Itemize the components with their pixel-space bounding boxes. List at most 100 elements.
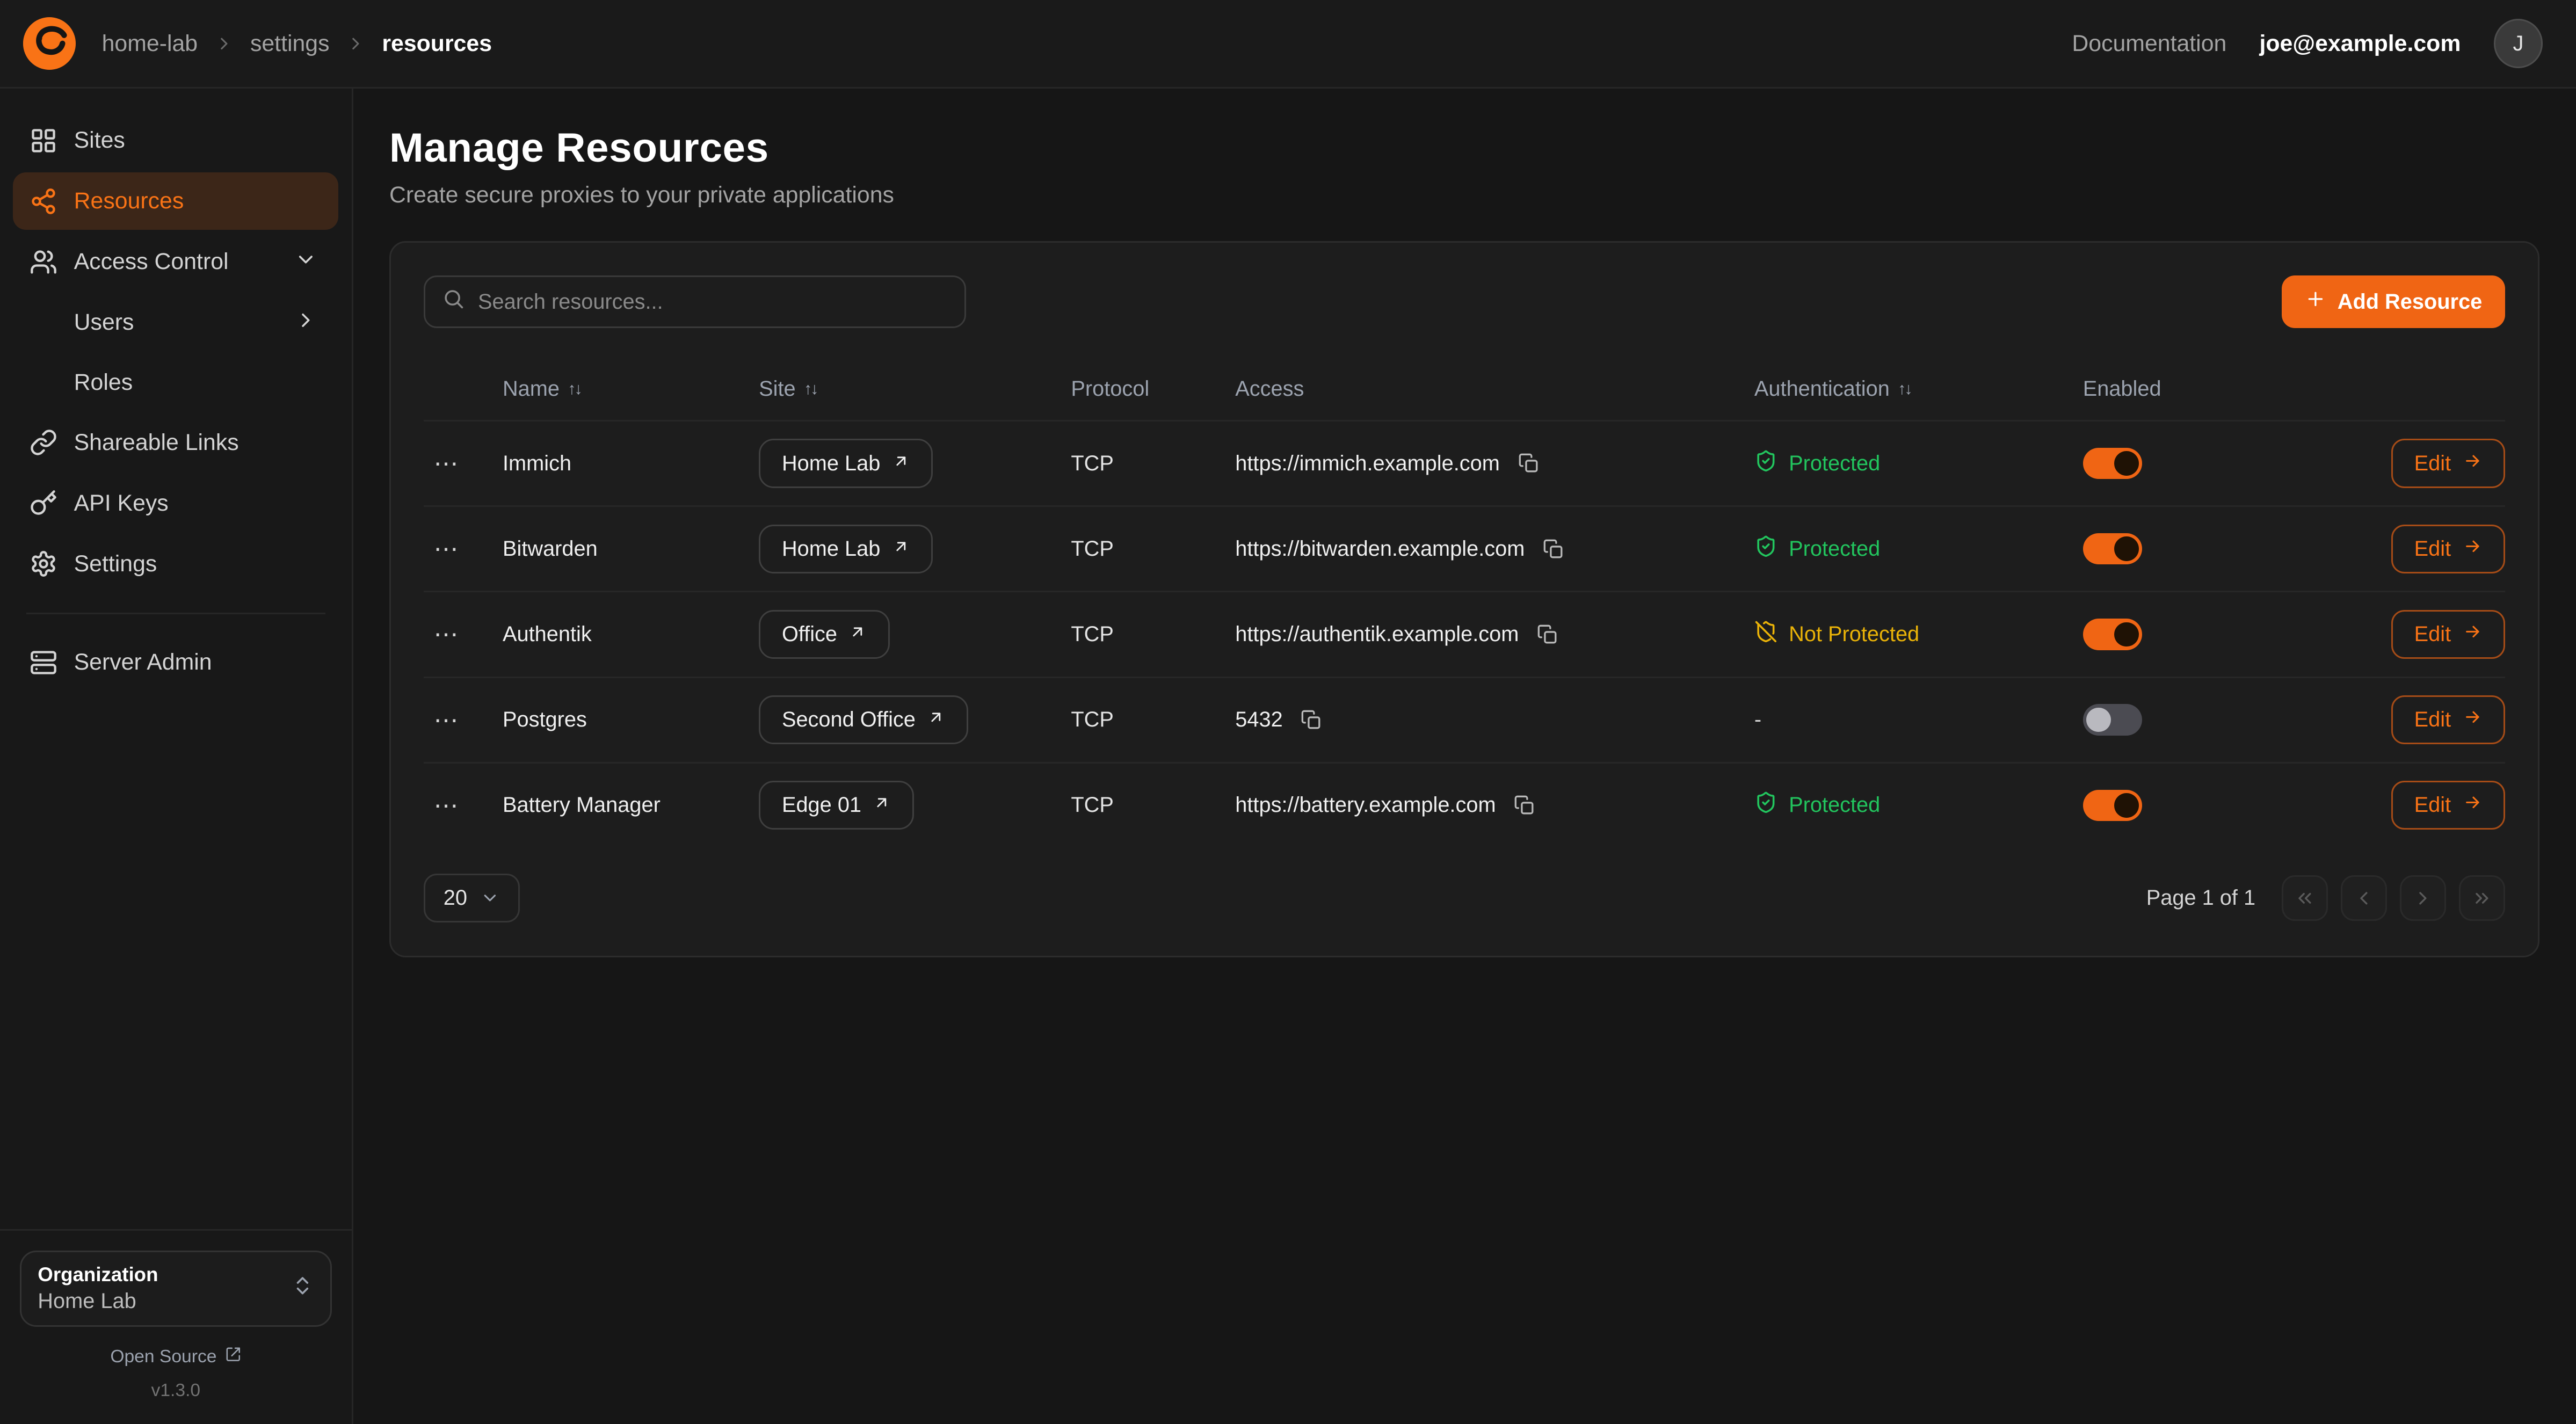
- shield-check-icon: [1754, 535, 1777, 563]
- sidebar-item-server-admin[interactable]: Server Admin: [13, 634, 338, 691]
- shield-off-icon: [1754, 620, 1777, 649]
- sidebar-item-label: Sites: [74, 127, 125, 154]
- enabled-toggle[interactable]: [2083, 448, 2142, 479]
- sidebar-item-users[interactable]: Users: [13, 294, 338, 351]
- arrow-right-icon: [2463, 622, 2483, 647]
- sidebar-item-label: Access Control: [74, 249, 229, 275]
- row-menu-button[interactable]: ⋯: [424, 529, 470, 569]
- resource-name: Immich: [503, 452, 759, 476]
- copy-icon[interactable]: [1511, 791, 1539, 819]
- table-row: ⋯ Immich Home Lab TCP https://immich.exa…: [424, 420, 2505, 505]
- site-link-button[interactable]: Home Lab: [759, 525, 933, 574]
- column-header-name[interactable]: Name↑↓: [503, 377, 759, 401]
- arrow-right-icon: [2463, 707, 2483, 732]
- page-subtitle: Create secure proxies to your private ap…: [389, 182, 2539, 208]
- auth-status-badge: Not Protected: [1754, 620, 2083, 649]
- search-input-wrapper: [424, 275, 966, 328]
- sidebar-item-label: API Keys: [74, 490, 169, 517]
- resource-access-url[interactable]: https://authentik.example.com: [1235, 622, 1519, 646]
- sidebar-item-shareable-links[interactable]: Shareable Links: [13, 414, 338, 471]
- page-title: Manage Resources: [389, 125, 2539, 172]
- arrow-right-icon: [2463, 793, 2483, 818]
- open-source-link[interactable]: Open Source: [20, 1346, 332, 1368]
- prev-page-button[interactable]: [2341, 875, 2387, 921]
- arrow-up-right-icon: [873, 793, 891, 817]
- auth-status-badge: Protected: [1754, 449, 2083, 478]
- edit-button[interactable]: Edit: [2391, 695, 2505, 745]
- search-icon: [442, 287, 465, 317]
- page-indicator: Page 1 of 1: [2146, 886, 2255, 910]
- sidebar-item-resources[interactable]: Resources: [13, 172, 338, 230]
- app-logo-icon[interactable]: [23, 17, 76, 70]
- avatar[interactable]: J: [2494, 19, 2543, 68]
- row-menu-button[interactable]: ⋯: [424, 615, 470, 654]
- sidebar-item-sites[interactable]: Sites: [13, 112, 338, 169]
- organization-label: Organization: [38, 1263, 158, 1286]
- edit-button[interactable]: Edit: [2391, 525, 2505, 574]
- copy-icon[interactable]: [1534, 620, 1562, 648]
- table-row: ⋯ Battery Manager Edge 01 TCP https://ba…: [424, 762, 2505, 847]
- server-icon: [30, 649, 57, 677]
- column-header-site[interactable]: Site↑↓: [759, 377, 1071, 401]
- site-link-button[interactable]: Second Office: [759, 695, 968, 745]
- column-header-authentication[interactable]: Authentication↑↓: [1754, 377, 2083, 401]
- auth-status-badge: Protected: [1754, 791, 2083, 819]
- organization-value: Home Lab: [38, 1289, 158, 1313]
- resource-access-url[interactable]: https://immich.example.com: [1235, 452, 1500, 476]
- resource-access-url[interactable]: https://bitwarden.example.com: [1235, 537, 1525, 561]
- row-menu-button[interactable]: ⋯: [424, 786, 470, 825]
- resource-access-port: 5432: [1235, 708, 1282, 732]
- enabled-toggle[interactable]: [2083, 704, 2142, 735]
- sort-icon: ↑↓: [568, 380, 580, 398]
- resource-access-url[interactable]: https://battery.example.com: [1235, 793, 1496, 817]
- avatar-initial: J: [2513, 32, 2524, 56]
- page-size-value: 20: [444, 886, 467, 910]
- table-row: ⋯ Bitwarden Home Lab TCP https://bitward…: [424, 505, 2505, 591]
- site-link-button[interactable]: Office: [759, 610, 890, 659]
- row-menu-button[interactable]: ⋯: [424, 444, 470, 483]
- resource-name: Authentik: [503, 622, 759, 646]
- auth-status-badge: Protected: [1754, 535, 2083, 563]
- grid-icon: [30, 127, 57, 155]
- pagination: Page 1 of 1: [2146, 875, 2505, 921]
- edit-button[interactable]: Edit: [2391, 781, 2505, 830]
- sidebar-item-settings[interactable]: Settings: [13, 535, 338, 593]
- edit-button[interactable]: Edit: [2391, 610, 2505, 659]
- search-input[interactable]: [478, 290, 948, 314]
- resource-protocol: TCP: [1071, 793, 1235, 817]
- column-header-access: Access: [1235, 377, 1754, 401]
- sidebar-item-access-control[interactable]: Access Control: [13, 233, 338, 290]
- breadcrumb-home-lab[interactable]: home-lab: [102, 31, 198, 57]
- key-icon: [30, 489, 57, 517]
- copy-icon[interactable]: [1514, 449, 1542, 477]
- page-size-select[interactable]: 20: [424, 874, 520, 923]
- organization-selector[interactable]: Organization Home Lab: [20, 1251, 332, 1327]
- edit-button[interactable]: Edit: [2391, 439, 2505, 488]
- link-icon: [30, 428, 57, 456]
- site-link-button[interactable]: Edge 01: [759, 781, 914, 830]
- last-page-button[interactable]: [2459, 875, 2505, 921]
- arrow-right-icon: [2463, 536, 2483, 562]
- next-page-button[interactable]: [2400, 875, 2446, 921]
- topbar: home-lab settings resources Documentatio…: [0, 0, 2576, 89]
- sidebar-item-api-keys[interactable]: API Keys: [13, 475, 338, 532]
- enabled-toggle[interactable]: [2083, 533, 2142, 564]
- breadcrumb-settings[interactable]: settings: [250, 31, 330, 57]
- row-menu-button[interactable]: ⋯: [424, 700, 470, 739]
- user-email[interactable]: joe@example.com: [2260, 31, 2461, 57]
- site-link-button[interactable]: Home Lab: [759, 439, 933, 488]
- sidebar-item-roles[interactable]: Roles: [13, 355, 338, 411]
- copy-icon[interactable]: [1540, 535, 1568, 563]
- first-page-button[interactable]: [2282, 875, 2328, 921]
- breadcrumb-resources[interactable]: resources: [382, 31, 492, 57]
- sidebar-item-label: Server Admin: [74, 649, 212, 675]
- enabled-toggle[interactable]: [2083, 790, 2142, 821]
- table-row: ⋯ Authentik Office TCP https://authentik…: [424, 591, 2505, 676]
- add-resource-button[interactable]: Add Resource: [2282, 275, 2505, 328]
- arrow-right-icon: [2463, 451, 2483, 476]
- copy-icon[interactable]: [1297, 706, 1325, 734]
- table-footer: 20 Page 1 of 1: [424, 874, 2505, 923]
- documentation-link[interactable]: Documentation: [2072, 31, 2226, 57]
- breadcrumb: home-lab settings resources: [102, 31, 492, 57]
- enabled-toggle[interactable]: [2083, 619, 2142, 650]
